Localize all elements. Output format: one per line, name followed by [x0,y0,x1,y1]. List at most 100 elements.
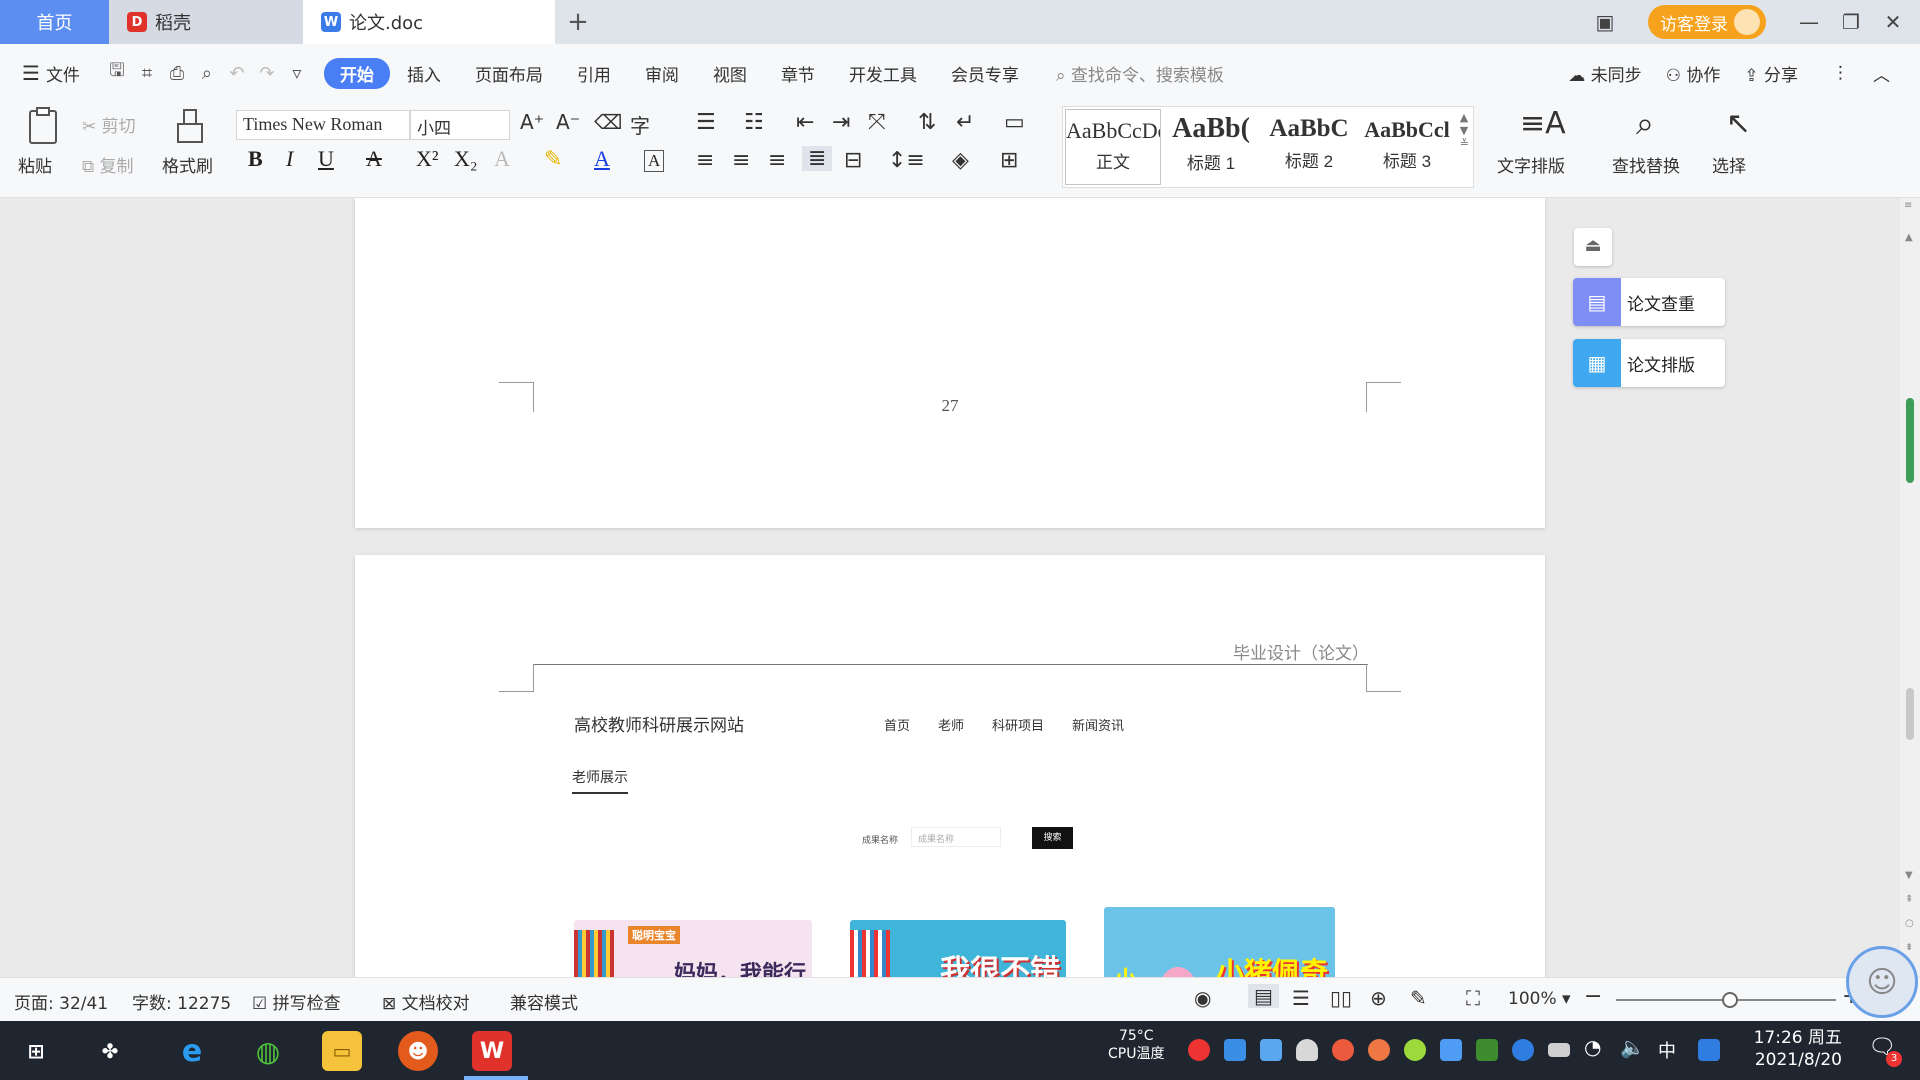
strikethrough-icon[interactable]: A [366,146,382,172]
volume-icon[interactable]: 🔈 [1620,1035,1645,1059]
qq-second-icon[interactable] [1368,1039,1390,1061]
collaborate-button[interactable]: ⚇ 协作 [1666,61,1721,86]
magnifier-icon[interactable]: ⌕ [1636,104,1654,143]
windows-start-icon[interactable]: ⊞ [16,1031,56,1071]
scrollbar-thumb[interactable] [1906,688,1914,740]
grow-font-icon[interactable]: A⁺ [520,110,544,134]
select-button[interactable]: 选择 [1712,152,1746,177]
thesis-layout-button[interactable]: ▦ 论文排版 [1573,339,1725,387]
menu-developer[interactable]: 开发工具 [832,61,934,86]
bell-icon[interactable] [1296,1039,1318,1061]
char-border-icon[interactable]: A [644,150,665,172]
fit-page-icon[interactable]: ⛶ [1466,986,1480,1010]
ruler-icon[interactable]: ▭ [1004,110,1025,135]
scroll-down-icon[interactable]: ▼ [1905,870,1913,881]
spell-check-button[interactable]: ☑ 拼写检查 [252,989,341,1014]
format-painter-icon[interactable]: ⌗ [132,63,162,84]
text-layout-icon[interactable]: ≡A [1520,106,1566,141]
word-count[interactable]: 字数: 12275 [132,989,231,1014]
qq-icon[interactable] [1332,1039,1354,1061]
nvidia-icon[interactable] [1476,1039,1498,1061]
close-icon[interactable]: ✕ [1872,10,1914,34]
clear-format-icon[interactable]: ⌫ [594,110,622,134]
distributed-icon[interactable]: ⊟ [844,148,862,173]
document-page-27[interactable]: 27 [355,198,1545,528]
paste-icon[interactable] [24,106,64,146]
side-panel-collapse-button[interactable]: ⏏ [1574,228,1612,266]
find-replace-button[interactable]: 查找替换 [1612,152,1680,177]
hamburger-icon[interactable]: ☰ [22,61,40,85]
menu-review[interactable]: 审阅 [628,61,696,86]
prev-page-icon[interactable]: ⇞ [1905,894,1913,905]
eye-protection-icon[interactable]: ◉ [1194,986,1211,1010]
tray-app-blue-icon[interactable] [1224,1039,1246,1061]
sync-button[interactable]: ☁ 未同步 [1568,61,1641,86]
text-layout-button[interactable]: 文字排版 [1497,152,1565,177]
restore-icon[interactable]: ❐ [1830,10,1872,34]
app-360-icon[interactable]: ✤ [90,1031,130,1071]
web-view-icon[interactable]: ⊕ [1370,986,1387,1010]
menu-references[interactable]: 引用 [560,61,628,86]
menu-file[interactable]: 文件 [46,61,80,86]
style-heading-3[interactable]: AaBbCcl 标题 3 [1359,109,1455,185]
italic-icon[interactable]: I [286,146,293,172]
file-explorer-icon[interactable]: ▭ [322,1031,362,1071]
wps-taskbar-icon[interactable]: W [472,1031,512,1071]
page-view-icon[interactable]: ▤ [1248,984,1279,1008]
bullet-list-icon[interactable]: ☰ [696,110,716,135]
tab-document[interactable]: W 论文.doc [303,0,555,44]
zoom-slider[interactable] [1616,992,1836,1008]
tray-app-icon[interactable] [1440,1039,1462,1061]
shrink-font-icon[interactable]: A⁻ [556,110,580,134]
print-preview-icon[interactable]: ⌕ [192,63,222,84]
document-workspace[interactable]: 27 毕业设计（论文） 高校教师科研展示网站 首页 老师 科研项目 新闻资讯 老… [0,198,1920,977]
scroll-up-icon[interactable]: ▲ [1905,232,1913,243]
cut-button[interactable]: ✂ 剪切 [82,112,136,137]
brush-icon[interactable] [172,106,212,146]
show-marks-icon[interactable]: ↵ [956,110,974,135]
text-effect-icon[interactable]: A [494,146,510,172]
next-page-icon[interactable]: ⇟ [1905,942,1913,953]
menu-view[interactable]: 视图 [696,61,764,86]
clock[interactable]: 17:26 周五 2021/8/20 [1746,1027,1842,1071]
ie-browser-icon[interactable]: e [172,1031,212,1071]
shading-icon[interactable]: ◈ [952,148,969,173]
menu-member[interactable]: 会员专享 [934,61,1036,86]
tray-app-red-icon[interactable] [1188,1039,1210,1061]
scroll-top-icon[interactable]: ≡ [1904,200,1912,211]
reading-view-icon[interactable]: ▯▯ [1330,986,1352,1010]
font-name-select[interactable]: Times New Roman [236,110,410,140]
tray-q-icon[interactable] [1698,1039,1720,1061]
redo-icon[interactable]: ↷ [252,63,282,84]
menu-start[interactable]: 开始 [323,57,390,89]
bold-icon[interactable]: B [248,146,263,172]
increase-indent-icon[interactable]: ⇥ [832,110,850,135]
highlight-icon[interactable]: ✎ [544,146,562,172]
share-button[interactable]: ⇪ 分享 [1744,61,1798,86]
cpu-temp-widget[interactable]: 75°C CPU温度 [1108,1027,1164,1063]
save-icon[interactable]: 🖫 [102,58,132,88]
page-indicator[interactable]: 页面: 32/41 [14,989,108,1014]
menu-chapter[interactable]: 章节 [764,61,832,86]
collapse-ribbon-icon[interactable]: ︿ [1873,61,1890,86]
line-spacing-icon[interactable]: ↕≡ [888,148,925,173]
style-heading-2[interactable]: AaBbC 标题 2 [1261,109,1357,185]
cursor-icon[interactable]: ↖ [1726,106,1751,141]
select-browse-icon[interactable]: ○ [1905,918,1914,929]
tab-daoke[interactable]: D 稻壳 [109,0,303,44]
format-painter-button[interactable]: 格式刷 [162,152,213,177]
minimize-icon[interactable]: — [1788,10,1830,34]
subscript-icon[interactable]: X₂ [454,146,478,172]
print-icon[interactable]: ⎙ [162,63,192,84]
battery-icon[interactable] [1548,1043,1570,1057]
decrease-indent-icon[interactable]: ⇤ [796,110,814,135]
zoom-out-icon[interactable]: − [1584,984,1602,1009]
undo-icon[interactable]: ↶ [222,63,252,84]
write-mode-icon[interactable]: ✎ [1410,986,1427,1010]
borders-icon[interactable]: ⊞ [1000,148,1018,173]
font-size-select[interactable]: 小四 [410,110,510,140]
align-right-icon[interactable]: ≡ [768,148,786,173]
assistant-robot-icon[interactable]: ☺ [1846,946,1918,1018]
input-method-indicator[interactable]: 中 [1658,1037,1676,1063]
menu-page-layout[interactable]: 页面布局 [458,61,560,86]
